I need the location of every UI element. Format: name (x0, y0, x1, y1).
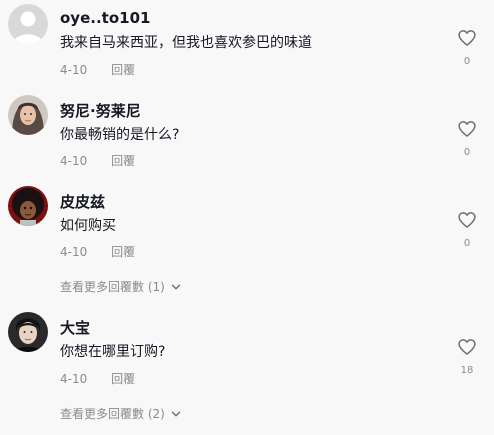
comment-text: 你最畅销的是什么? (60, 127, 180, 143)
comment-date: 4-10 (60, 154, 88, 168)
chevron-down-icon (171, 411, 181, 416)
comment-date: 4-10 (60, 372, 88, 386)
comment-date: 4-10 (60, 63, 88, 77)
like-control[interactable]: 18 (450, 337, 484, 376)
like-control[interactable]: 0 (450, 28, 484, 67)
reply-button[interactable]: 回覆 (111, 243, 135, 260)
comment-meta: 4-10 回覆 (60, 370, 135, 387)
like-count: 18 (460, 365, 474, 376)
comment-text: 你想在哪里订购? (60, 344, 166, 360)
comment-text: 如何购买 (60, 218, 116, 234)
hijab-woman-avatar[interactable] (8, 95, 48, 135)
comment-username[interactable]: 努尼·努莱尼 (60, 100, 141, 121)
view-more-replies-button[interactable]: 查看更多回覆數 (1) (60, 278, 181, 295)
heart-icon[interactable] (457, 210, 477, 230)
default-avatar[interactable] (8, 4, 48, 44)
reply-button[interactable]: 回覆 (111, 61, 135, 78)
comment-text: 我来自马来西亚，但我也喜欢参巴的味道 (60, 35, 312, 51)
heart-icon[interactable] (457, 119, 477, 139)
comment-meta: 4-10 回覆 (60, 152, 135, 169)
like-count: 0 (463, 238, 471, 249)
heart-icon[interactable] (457, 337, 477, 357)
like-count: 0 (463, 147, 471, 158)
chevron-down-icon (171, 284, 181, 289)
view-more-replies-label: 查看更多回覆數 (2) (60, 407, 165, 421)
reply-button[interactable]: 回覆 (111, 370, 135, 387)
comment-username[interactable]: oye..to101 (60, 9, 150, 27)
view-more-replies-label: 查看更多回覆數 (1) (60, 280, 165, 294)
like-control[interactable]: 0 (450, 119, 484, 158)
like-count: 0 (463, 56, 471, 67)
man-avatar[interactable] (8, 312, 48, 352)
view-more-replies-button[interactable]: 查看更多回覆數 (2) (60, 405, 181, 422)
afro-avatar[interactable] (8, 186, 48, 226)
comment-username[interactable]: 皮皮兹 (60, 191, 105, 212)
heart-icon[interactable] (457, 28, 477, 48)
comment-username[interactable]: 大宝 (60, 317, 90, 338)
like-control[interactable]: 0 (450, 210, 484, 249)
reply-button[interactable]: 回覆 (111, 152, 135, 169)
comment-date: 4-10 (60, 245, 88, 259)
comment-meta: 4-10 回覆 (60, 61, 135, 78)
comment-meta: 4-10 回覆 (60, 243, 135, 260)
